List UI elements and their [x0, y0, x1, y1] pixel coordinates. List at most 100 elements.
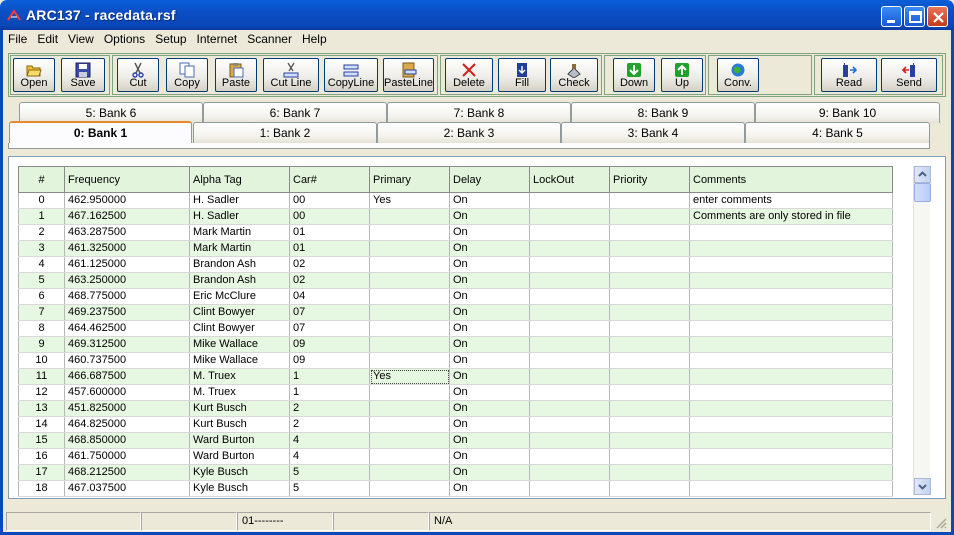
- cell-primary[interactable]: [369, 320, 450, 337]
- tab-bank-8[interactable]: 7: Bank 8: [387, 102, 571, 123]
- cell-delay[interactable]: On: [449, 368, 530, 385]
- cell-priority[interactable]: [609, 432, 690, 449]
- cell-primary[interactable]: [369, 480, 450, 497]
- copy-button[interactable]: Copy: [166, 58, 208, 92]
- cell-priority[interactable]: [609, 464, 690, 481]
- cell-alpha-tag[interactable]: Kurt Busch: [189, 416, 290, 433]
- cell-lockout[interactable]: [529, 400, 610, 417]
- cell-lockout[interactable]: [529, 464, 610, 481]
- tab-bank-4[interactable]: 3: Bank 4: [561, 122, 745, 143]
- cell-priority[interactable]: [609, 480, 690, 497]
- cell-alpha-tag[interactable]: Mike Wallace: [189, 352, 290, 369]
- tab-bank-3[interactable]: 2: Bank 3: [377, 122, 561, 143]
- cell-lockout[interactable]: [529, 288, 610, 305]
- cell-priority[interactable]: [609, 288, 690, 305]
- table-row[interactable]: 1 467.162500 H. Sadler 00 On Comments are onl…: [18, 208, 893, 225]
- cell-frequency[interactable]: 468.212500: [64, 464, 190, 481]
- delete-button[interactable]: Delete: [445, 58, 493, 92]
- cell-index[interactable]: 5: [18, 272, 65, 289]
- cell-car[interactable]: 07: [289, 304, 370, 321]
- down-button[interactable]: Down: [613, 58, 655, 92]
- cell-delay[interactable]: On: [449, 448, 530, 465]
- table-row[interactable]: 15 468.850000 Ward Burton 4 On: [18, 432, 893, 449]
- resize-grip-icon[interactable]: [935, 517, 947, 529]
- menu-scanner[interactable]: Scanner: [242, 30, 297, 49]
- cell-alpha-tag[interactable]: Ward Burton: [189, 448, 290, 465]
- table-row[interactable]: 0 462.950000 H. Sadler 00 Yes On enter comment…: [18, 192, 893, 209]
- cell-primary[interactable]: [369, 464, 450, 481]
- maximize-button[interactable]: [904, 6, 925, 27]
- cell-lockout[interactable]: [529, 336, 610, 353]
- cell-delay[interactable]: On: [449, 400, 530, 417]
- cell-primary[interactable]: [369, 224, 450, 241]
- paste-button[interactable]: Paste: [215, 58, 257, 92]
- tab-bank-6[interactable]: 5: Bank 6: [19, 102, 203, 123]
- cell-alpha-tag[interactable]: Ward Burton: [189, 432, 290, 449]
- col-header-delay[interactable]: Delay: [449, 166, 530, 193]
- cell-alpha-tag[interactable]: Mark Martin: [189, 224, 290, 241]
- cell-comments[interactable]: Comments are only stored in file: [689, 208, 893, 225]
- cell-comments[interactable]: [689, 336, 893, 353]
- cell-delay[interactable]: On: [449, 464, 530, 481]
- cell-primary[interactable]: [369, 256, 450, 273]
- cell-priority[interactable]: [609, 336, 690, 353]
- cell-priority[interactable]: [609, 448, 690, 465]
- cell-comments[interactable]: [689, 240, 893, 257]
- cell-car[interactable]: 02: [289, 272, 370, 289]
- cell-priority[interactable]: [609, 320, 690, 337]
- cell-car[interactable]: 1: [289, 384, 370, 401]
- cell-frequency[interactable]: 463.287500: [64, 224, 190, 241]
- cell-lockout[interactable]: [529, 320, 610, 337]
- cell-car[interactable]: 2: [289, 400, 370, 417]
- cell-lockout[interactable]: [529, 384, 610, 401]
- cell-primary[interactable]: Yes: [369, 192, 450, 209]
- cell-frequency[interactable]: 460.737500: [64, 352, 190, 369]
- cell-primary[interactable]: [369, 304, 450, 321]
- cell-index[interactable]: 12: [18, 384, 65, 401]
- cell-priority[interactable]: [609, 304, 690, 321]
- cell-delay[interactable]: On: [449, 288, 530, 305]
- cell-lockout[interactable]: [529, 240, 610, 257]
- table-row[interactable]: 4 461.125000 Brandon Ash 02 On: [18, 256, 893, 273]
- cell-index[interactable]: 14: [18, 416, 65, 433]
- cell-car[interactable]: 07: [289, 320, 370, 337]
- cell-car[interactable]: 2: [289, 416, 370, 433]
- col-header-index[interactable]: #: [18, 166, 65, 193]
- col-header-priority[interactable]: Priority: [609, 166, 690, 193]
- tab-bank-2[interactable]: 1: Bank 2: [193, 122, 377, 143]
- cell-comments[interactable]: [689, 288, 893, 305]
- cell-lockout[interactable]: [529, 480, 610, 497]
- cell-alpha-tag[interactable]: Kyle Busch: [189, 480, 290, 497]
- cell-priority[interactable]: [609, 240, 690, 257]
- cell-alpha-tag[interactable]: Brandon Ash: [189, 256, 290, 273]
- cell-alpha-tag[interactable]: M. Truex: [189, 368, 290, 385]
- scroll-down-button[interactable]: [914, 478, 931, 495]
- open-button[interactable]: Open: [13, 58, 55, 92]
- table-row[interactable]: 10 460.737500 Mike Wallace 09 On: [18, 352, 893, 369]
- cell-priority[interactable]: [609, 352, 690, 369]
- tab-bank-7[interactable]: 6: Bank 7: [203, 102, 387, 123]
- cell-delay[interactable]: On: [449, 432, 530, 449]
- vertical-scrollbar[interactable]: [913, 166, 931, 495]
- cell-index[interactable]: 2: [18, 224, 65, 241]
- cell-frequency[interactable]: 464.462500: [64, 320, 190, 337]
- col-header-lockout[interactable]: LockOut: [529, 166, 610, 193]
- cell-index[interactable]: 4: [18, 256, 65, 273]
- table-row[interactable]: 8 464.462500 Clint Bowyer 07 On: [18, 320, 893, 337]
- cell-comments[interactable]: [689, 304, 893, 321]
- cell-frequency[interactable]: 466.687500: [64, 368, 190, 385]
- cell-frequency[interactable]: 457.600000: [64, 384, 190, 401]
- cell-primary[interactable]: Yes: [369, 368, 450, 385]
- table-row[interactable]: 11 466.687500 M. Truex 1 Yes On: [18, 368, 893, 385]
- table-row[interactable]: 16 461.750000 Ward Burton 4 On: [18, 448, 893, 465]
- paste-line-button[interactable]: PasteLine: [383, 58, 434, 92]
- cell-primary[interactable]: [369, 336, 450, 353]
- cell-frequency[interactable]: 462.950000: [64, 192, 190, 209]
- tab-bank-5[interactable]: 4: Bank 5: [745, 122, 930, 143]
- cell-index[interactable]: 17: [18, 464, 65, 481]
- tab-bank-9[interactable]: 8: Bank 9: [571, 102, 755, 123]
- table-row[interactable]: 5 463.250000 Brandon Ash 02 On: [18, 272, 893, 289]
- cell-comments[interactable]: [689, 448, 893, 465]
- cell-car[interactable]: 09: [289, 352, 370, 369]
- cell-comments[interactable]: [689, 368, 893, 385]
